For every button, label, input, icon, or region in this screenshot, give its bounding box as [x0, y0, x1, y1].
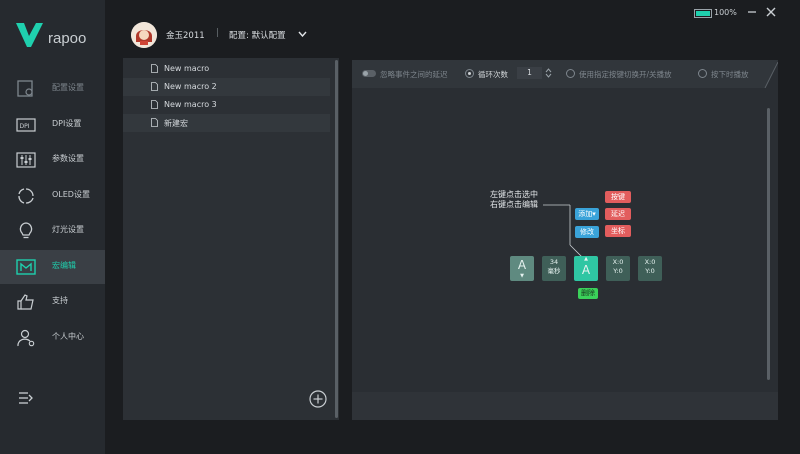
- sidebar-item-macro[interactable]: 宏编辑: [0, 250, 105, 284]
- sidebar-item-profile[interactable]: 配置设置: [0, 72, 105, 106]
- hold-mode-radio[interactable]: [698, 69, 707, 78]
- collapse-menu-icon[interactable]: [18, 391, 34, 405]
- minimize-button[interactable]: [747, 6, 757, 18]
- macro-name: New macro 2: [164, 82, 217, 91]
- add-button[interactable]: 添加▾: [575, 208, 599, 220]
- hint-line: 右键点击编辑: [490, 200, 538, 209]
- key-label: A: [517, 258, 527, 272]
- sliders-icon: [16, 152, 36, 168]
- key-label: A: [581, 263, 591, 277]
- config-selector[interactable]: 配置: 默认配置: [229, 29, 286, 41]
- coord-x: X:0: [612, 258, 624, 266]
- loop-count-label: 循环次数: [478, 70, 508, 79]
- user-settings-icon: [17, 329, 35, 347]
- cycle-icon: [18, 188, 34, 204]
- insert-key-button[interactable]: 按键: [605, 191, 631, 203]
- profile-icon: [17, 80, 33, 97]
- sidebar-item-label: 配置设置: [52, 83, 84, 92]
- username: 金玉2011: [166, 31, 205, 41]
- macro-name: New macro 3: [164, 100, 217, 109]
- sidebar-item-label: 灯光设置: [52, 225, 84, 234]
- header-separator: |: [216, 28, 220, 38]
- delete-button[interactable]: 删除: [578, 288, 598, 299]
- battery-percentage: 100%: [714, 8, 737, 17]
- loop-count-radio[interactable]: [465, 69, 474, 78]
- avatar-image: [131, 22, 157, 48]
- delay-value: 34: [549, 258, 559, 266]
- sidebar-item-label: 个人中心: [52, 332, 84, 341]
- editor-footer: [352, 392, 778, 420]
- insert-delay-button[interactable]: 延迟: [605, 208, 631, 220]
- sidebar-item-user-center[interactable]: 个人中心: [0, 321, 105, 355]
- sidebar-item-support[interactable]: 支持: [0, 285, 105, 319]
- document-icon: [151, 64, 158, 73]
- modify-button[interactable]: 修改: [575, 226, 599, 238]
- toggle-mode-label: 使用指定按键切换开/关播放: [579, 70, 672, 79]
- macro-list-panel: New macro New macro 2 New macro 3 新建宏: [123, 58, 339, 420]
- sidebar-item-lighting[interactable]: 灯光设置: [0, 214, 105, 248]
- coord-x: X:0: [644, 258, 656, 266]
- macro-coordinate-tile[interactable]: X:0 Y:0: [638, 256, 662, 281]
- sidebar-item-dpi[interactable]: DPI DPI设置: [0, 108, 105, 142]
- chevron-down-icon[interactable]: [298, 31, 307, 37]
- hint-line: 左键点击选中: [490, 190, 538, 199]
- document-icon: [151, 118, 158, 127]
- ignore-delay-label: 忽略事件之间的延迟: [380, 70, 448, 79]
- macro-delay-tile[interactable]: 34 毫秒: [542, 256, 566, 281]
- sidebar-item-label: DPI设置: [52, 119, 82, 128]
- macro-list-scrollbar[interactable]: [335, 60, 338, 418]
- macro-icon: [16, 259, 36, 275]
- document-icon: [151, 100, 158, 109]
- sidebar-item-parameters[interactable]: 参数设置: [0, 143, 105, 177]
- sidebar-item-oled[interactable]: OLED设置: [0, 179, 105, 213]
- sidebar-item-label: 参数设置: [52, 154, 84, 163]
- macro-list-item[interactable]: New macro: [123, 60, 330, 78]
- document-icon: [151, 82, 158, 91]
- macro-key-tile-selected[interactable]: ▲ A: [574, 256, 598, 281]
- sidebar-item-label: OLED设置: [52, 190, 90, 199]
- coord-y: Y:0: [645, 267, 655, 275]
- hold-mode-label: 按下时播放: [711, 70, 749, 79]
- macro-list-item[interactable]: New macro 3: [123, 96, 330, 114]
- key-down-arrow: ▼: [520, 273, 524, 279]
- usage-hint: 左键点击选中 右键点击编辑: [490, 190, 538, 210]
- add-macro-button[interactable]: [309, 390, 327, 408]
- svg-text:rapoo: rapoo: [48, 30, 86, 47]
- avatar[interactable]: [131, 22, 157, 48]
- rapoo-logo: rapoo: [16, 23, 86, 47]
- delay-unit: 毫秒: [547, 267, 561, 275]
- thumbs-up-icon: [17, 294, 34, 310]
- battery-icon: [694, 9, 712, 18]
- editor-scrollbar[interactable]: [767, 108, 770, 380]
- toggle-mode-radio[interactable]: [566, 69, 575, 78]
- toolbar-corner: [764, 60, 778, 88]
- sidebar-item-label: 支持: [52, 296, 68, 305]
- loop-count-stepper[interactable]: [545, 67, 552, 79]
- close-button[interactable]: [765, 6, 777, 18]
- macro-name: New macro: [164, 64, 210, 73]
- lightbulb-icon: [19, 222, 33, 239]
- ignore-delay-toggle[interactable]: [362, 70, 376, 77]
- loop-count-input[interactable]: 1: [517, 67, 542, 79]
- sidebar-item-label: 宏编辑: [52, 261, 76, 270]
- coord-y: Y:0: [613, 267, 623, 275]
- macro-key-tile[interactable]: A ▼: [510, 256, 534, 281]
- dpi-icon: DPI: [16, 118, 36, 132]
- svg-text:DPI: DPI: [20, 123, 30, 130]
- macro-name: 新建宏: [164, 119, 188, 128]
- macro-list-item[interactable]: New macro 2: [123, 78, 330, 96]
- insert-coordinate-button[interactable]: 坐标: [605, 225, 631, 237]
- macro-list-item[interactable]: 新建宏: [123, 114, 330, 132]
- macro-coordinate-tile[interactable]: X:0 Y:0: [606, 256, 630, 281]
